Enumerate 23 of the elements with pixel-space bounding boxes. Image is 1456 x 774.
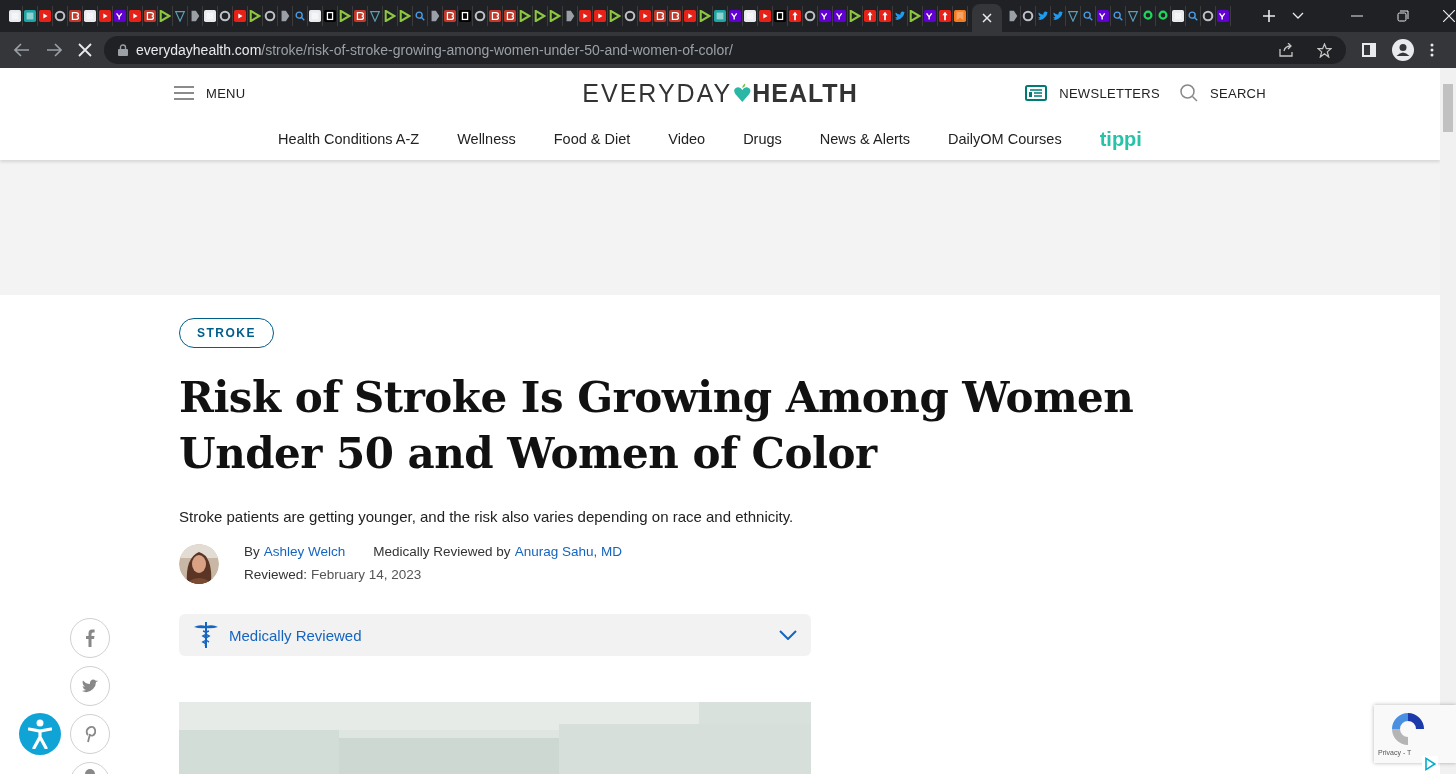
nav-link[interactable]: Health Conditions A-Z: [278, 131, 420, 147]
menu-button[interactable]: MENU: [174, 85, 246, 101]
address-bar[interactable]: everydayhealth.com/stroke/risk-of-stroke-growing-among-women-under-50-and-women-of-color/: [104, 36, 1346, 64]
nav-link[interactable]: Wellness: [457, 131, 516, 147]
logo-text[interactable]: EVERYDAY: [582, 78, 733, 108]
reviewed-label: Reviewed:: [244, 567, 308, 582]
newsletters-button[interactable]: NEWSLETTERS: [1025, 84, 1160, 102]
nav-link[interactable]: Food & Diet: [553, 131, 631, 147]
reviewed-date: February 14, 2023: [311, 567, 422, 582]
author-link[interactable]: Ashley Welch: [263, 544, 346, 559]
nav-link[interactable]: Drugs: [743, 131, 782, 147]
nav-link[interactable]: News & Alerts: [819, 131, 911, 147]
url-text: everydayhealth.com/stroke/risk-of-stroke-growing-among-women-under-50-and-women-of-color/: [136, 42, 733, 58]
medically-reviewed-accordion[interactable]: Medically Reviewed: [179, 614, 811, 656]
article-subtitle: Stroke patients are getting younger, and the risk also varies depending on race and ethnicity.: [179, 508, 795, 525]
reviewer-link[interactable]: Anurag Sahu, MD: [514, 544, 622, 559]
nav-link[interactable]: Video: [668, 131, 706, 147]
article-title: Risk of Stroke Is Growing Among Women Under 50 and Women of Color: [179, 372, 1135, 480]
nav-link[interactable]: DailyOM Courses: [948, 131, 1062, 147]
logo-text[interactable]: HEALTH: [752, 78, 858, 108]
search-button[interactable]: SEARCH: [1180, 84, 1266, 102]
byline-label: By: [244, 544, 260, 559]
reviewer-label: Medically Reviewed by: [373, 544, 511, 559]
